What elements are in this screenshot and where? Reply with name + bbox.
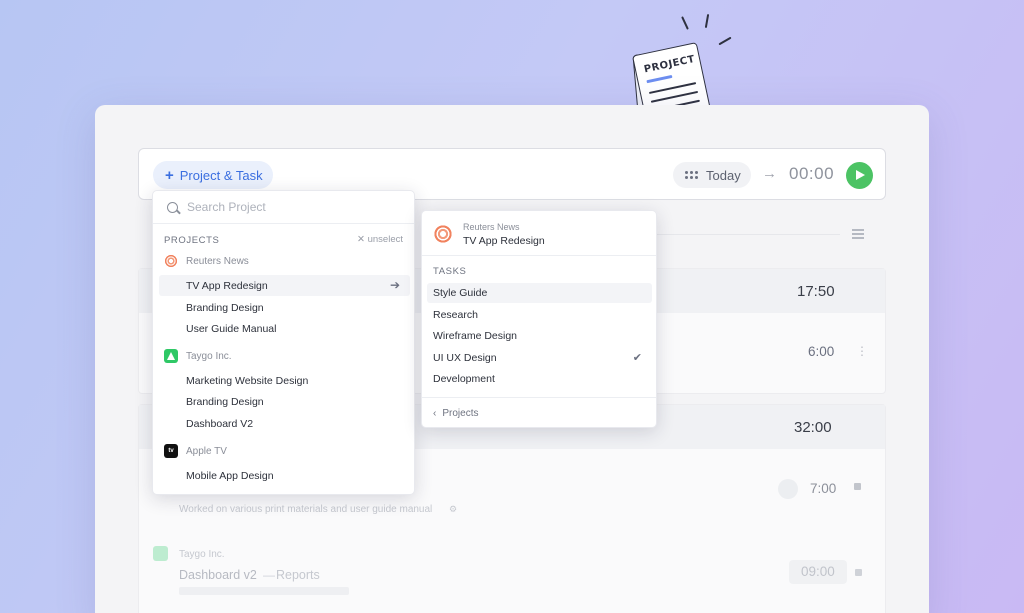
plus-icon: +	[165, 166, 174, 184]
lock-icon	[855, 569, 862, 576]
search-project-input[interactable]	[187, 200, 387, 214]
entry-time: 09:00	[801, 564, 835, 579]
projects-section-label: PROJECTS	[164, 235, 220, 246]
tag-icon: ⚙	[449, 504, 458, 514]
sparkle-line	[704, 13, 710, 29]
unselect-button[interactable]: ✕ unselect	[357, 234, 403, 245]
task-dropdown: Reuters News TV App Redesign TASKS Style…	[421, 210, 657, 428]
entry-project: Dashboard v2	[179, 568, 257, 582]
group-total: 32:00	[794, 419, 832, 436]
today-label: Today	[706, 167, 741, 183]
check-icon: ✔	[632, 352, 642, 364]
entry-client: Taygo Inc.	[179, 549, 225, 560]
add-project-task-label: Project & Task	[179, 167, 263, 183]
search-icon	[167, 201, 178, 213]
sparkle-line	[681, 16, 689, 30]
project-item-user-guide-manual[interactable]: User Guide Manual	[159, 318, 410, 339]
task-dropdown-header: Reuters News TV App Redesign	[422, 211, 656, 256]
task-item-development[interactable]: Development	[427, 369, 652, 389]
entry-time: 7:00	[810, 481, 837, 496]
start-timer-button[interactable]	[846, 162, 873, 189]
client-apple-tv: tv Apple TV	[164, 442, 227, 460]
group-total: 17:50	[797, 283, 835, 300]
timer-display[interactable]: 00:00	[789, 164, 834, 184]
task-item-ui-ux-design[interactable]: UI UX Design ✔	[427, 348, 652, 368]
chevron-left-icon: ‹	[433, 408, 437, 419]
task-item-research[interactable]: Research	[427, 305, 652, 325]
more-icon[interactable]: ⋮	[856, 344, 868, 358]
reuters-logo-icon	[433, 224, 453, 244]
task-item-wireframe-design[interactable]: Wireframe Design	[427, 326, 652, 346]
entry-time: 6:00	[808, 344, 835, 359]
entry-task: Reports	[276, 568, 320, 582]
project-item-tv-app-redesign[interactable]: TV App Redesign ➔	[159, 275, 410, 296]
entry-description: Worked on various print materials and us…	[179, 504, 433, 515]
dash-separator: —	[263, 568, 275, 582]
project-item-mobile-app-design[interactable]: Mobile App Design	[159, 465, 410, 486]
reuters-logo-icon	[164, 254, 178, 268]
project-dropdown: PROJECTS ✕ unselect Reuters News TV App …	[152, 190, 415, 495]
tasks-section-label: TASKS	[433, 266, 467, 277]
selected-project: TV App Redesign	[463, 235, 545, 247]
project-item-branding-design[interactable]: Branding Design	[159, 391, 410, 412]
selected-client: Reuters News	[463, 222, 520, 232]
today-button[interactable]: Today	[673, 162, 751, 188]
paper-title: PROJECT	[643, 53, 696, 76]
taygo-logo-icon	[153, 546, 168, 561]
client-reuters-news: Reuters News	[164, 252, 249, 270]
close-icon: ✕	[357, 234, 365, 245]
project-item-marketing-website-design[interactable]: Marketing Website Design	[159, 370, 410, 391]
grid-dots-icon	[685, 171, 698, 179]
task-item-style-guide[interactable]: Style Guide	[427, 283, 652, 303]
back-to-projects-button[interactable]: ‹ Projects	[422, 397, 656, 429]
apple-tv-logo-icon: tv	[164, 444, 178, 458]
project-search	[153, 191, 414, 224]
add-project-task-button[interactable]: + Project & Task	[153, 161, 273, 189]
arrow-right-icon: ➔	[389, 278, 400, 292]
project-item-branding-design[interactable]: Branding Design	[159, 297, 410, 318]
sparkle-line	[718, 36, 732, 46]
collapse-icon[interactable]	[852, 226, 864, 242]
project-item-dashboard-v2[interactable]: Dashboard V2	[159, 413, 410, 434]
play-icon[interactable]	[778, 479, 798, 499]
client-taygo-inc: Taygo Inc.	[164, 347, 232, 365]
arrow-right-icon: →	[762, 165, 777, 182]
lock-icon	[854, 483, 861, 490]
taygo-logo-icon	[164, 349, 178, 363]
